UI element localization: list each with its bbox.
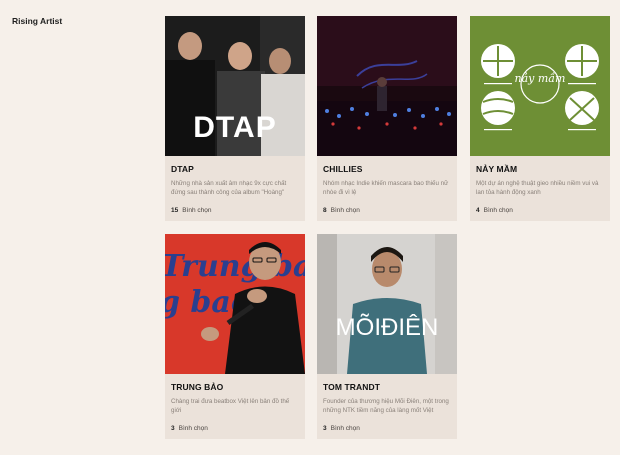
vote-label: Bình chọn — [330, 207, 360, 214]
artist-name[interactable]: CHILLIES — [323, 164, 363, 174]
vote-count: 8 Bình chọn — [323, 207, 360, 214]
section-title: Rising Artist — [12, 16, 63, 26]
artist-description: Founder của thương hiệu Mõi Điên, một tr… — [323, 398, 449, 415]
artist-name[interactable]: TOM TRANDT — [323, 382, 380, 392]
artist-photo[interactable]: MÕIĐIÊN — [317, 234, 457, 374]
vote-number: 3 — [171, 425, 175, 432]
vote-count: 3 Bình chọn — [323, 425, 360, 432]
vote-label: Bình chọn — [178, 425, 208, 432]
artist-grid: DTAP DTAP Những nhà sản xuất âm nhạc 9x … — [165, 16, 611, 446]
artist-overlay-text: DTAP — [193, 111, 276, 144]
artist-overlay-text: nảy mầm — [515, 72, 566, 85]
artist-description: Những nhà sản xuất âm nhạc 9x cực chất đ… — [171, 180, 287, 197]
vote-number: 15 — [171, 207, 179, 214]
artist-description: Nhóm nhạc Indie khiến mascara bao thiếu … — [323, 180, 449, 197]
vote-number: 8 — [323, 207, 327, 214]
artist-photo[interactable] — [317, 16, 457, 156]
vote-count: 3 Bình chọn — [171, 425, 208, 432]
vote-label: Bình chọn — [330, 425, 360, 432]
artist-description: Một dự án nghệ thuật gieo nhiều niềm vui… — [476, 180, 599, 197]
artist-overlay-text: MÕIĐIÊN — [336, 313, 439, 341]
artist-card-trung-bao[interactable]: Trung bao g bao TRUNG BẢO Chàng trai đưa… — [165, 234, 305, 439]
artist-name[interactable]: NẢY MẦM — [476, 164, 517, 174]
artist-name[interactable]: TRUNG BẢO — [171, 382, 223, 392]
vote-count: 4 Bình chọn — [476, 207, 513, 214]
artist-photo[interactable]: nảy mầm — [470, 16, 610, 156]
artist-card-chillies[interactable]: CHILLIES Nhóm nhạc Indie khiến mascara b… — [317, 16, 457, 221]
artist-card-nay-mam[interactable]: nảy mầm NẢY MẦM Một dự án nghệ thuật gie… — [470, 16, 610, 221]
vote-number: 4 — [476, 207, 480, 214]
artist-photo[interactable]: DTAP — [165, 16, 305, 156]
artist-name[interactable]: DTAP — [171, 164, 194, 174]
vote-label: Bình chọn — [182, 207, 212, 214]
vote-number: 3 — [323, 425, 327, 432]
artist-description: Chàng trai đưa beatbox Việt lên bản đồ t… — [171, 398, 290, 415]
artist-photo[interactable]: Trung bao g bao — [165, 234, 305, 374]
artist-card-tom-trandt[interactable]: MÕIĐIÊN TOM TRANDT Founder của thương hi… — [317, 234, 457, 439]
artist-card-dtap[interactable]: DTAP DTAP Những nhà sản xuất âm nhạc 9x … — [165, 16, 305, 221]
vote-count: 15 Bình chọn — [171, 207, 212, 214]
artist-overlay-text: Trung bao — [165, 249, 305, 284]
vote-label: Bình chọn — [483, 207, 513, 214]
